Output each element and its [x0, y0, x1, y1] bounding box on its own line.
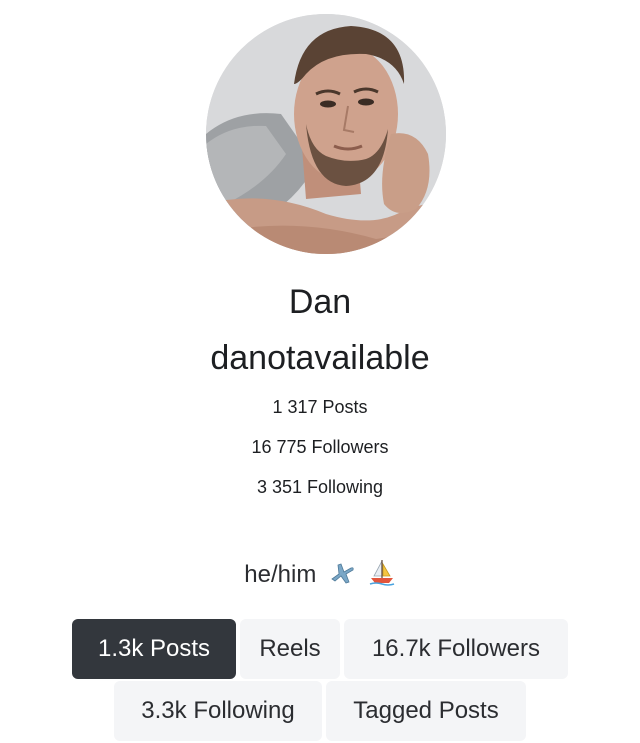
- bio: he/him: [0, 558, 640, 594]
- display-name: Dan: [288, 283, 352, 321]
- username: danotavailable: [210, 339, 430, 377]
- followers-count: 16 775 Followers: [251, 437, 389, 457]
- tab-tagged-posts[interactable]: Tagged Posts: [326, 681, 526, 741]
- tab-reels[interactable]: Reels: [240, 619, 340, 679]
- posts-count: 1 317 Posts: [272, 397, 368, 417]
- tab-followers[interactable]: 16.7k Followers: [344, 619, 568, 679]
- profile-page: Dan danotavailable 1 317 Posts 16 775 Fo…: [0, 0, 640, 743]
- avatar[interactable]: [206, 14, 446, 254]
- bio-text: he/him: [244, 561, 317, 588]
- sailboat-icon: [368, 558, 396, 594]
- profile-photo-icon: [206, 14, 446, 254]
- tab-following[interactable]: 3.3k Following: [114, 681, 322, 741]
- airplane-icon: [329, 560, 355, 594]
- tab-posts[interactable]: 1.3k Posts: [72, 619, 236, 679]
- following-count: 3 351 Following: [256, 477, 384, 497]
